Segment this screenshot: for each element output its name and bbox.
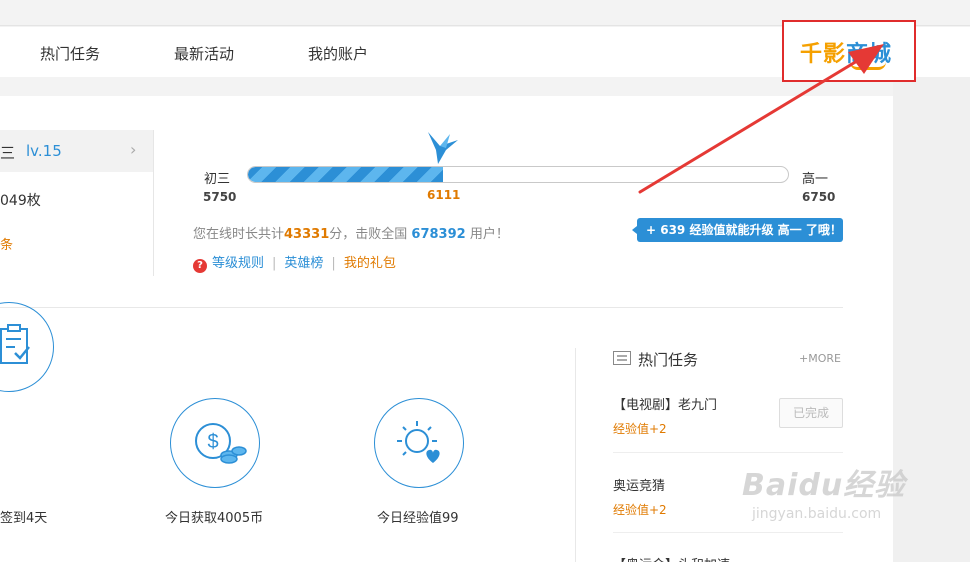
dollar-coins-icon: $ <box>195 423 247 464</box>
user-coins: 049枚 <box>0 193 41 209</box>
user-level: lv.15 <box>26 142 62 160</box>
user-name: 三 <box>0 144 16 162</box>
watermark-sub: jingyan.baidu.com <box>752 506 882 522</box>
online-prefix: 您在线时长共计 <box>193 227 285 242</box>
sun-heart-icon <box>397 421 440 463</box>
online-middle: 分，击败全国 <box>329 227 408 242</box>
hero-ranking-link[interactable]: 英雄榜 <box>284 256 323 271</box>
task-item-reward: 经验值+2 <box>613 503 667 517</box>
level-end-value: 6750 <box>802 190 836 204</box>
level-start-name: 初三 <box>204 172 231 187</box>
bird-marker-icon <box>428 132 458 164</box>
my-gifts-link[interactable]: 我的礼包 <box>344 256 396 271</box>
checkin-stat-circle <box>0 302 54 392</box>
nav-latest-activities[interactable]: 最新活动 <box>174 43 234 64</box>
nav-my-account[interactable]: 我的账户 <box>308 43 368 64</box>
link-separator: | <box>272 256 277 271</box>
clipboard-check-icon <box>0 324 30 364</box>
user-extra-link[interactable]: 条 <box>0 234 13 253</box>
checkin-stat-label: 签到4天 <box>0 511 48 526</box>
level-links: ? 等级规则 | 英雄榜 | 我的礼包 <box>193 252 396 273</box>
hot-tasks-title: 热门任务 <box>638 351 699 369</box>
coins-stat-label: 今日获取4005币 <box>165 511 264 526</box>
task-divider <box>613 452 843 453</box>
svg-text:$: $ <box>207 431 218 453</box>
level-current-value: 6111 <box>427 188 461 202</box>
task-item-reward: 经验值+2 <box>613 422 667 436</box>
link-separator: | <box>331 256 336 271</box>
level-progress-bar <box>247 166 789 183</box>
section-divider <box>0 307 843 308</box>
task-divider <box>613 532 843 533</box>
coins-stat-circle: $ <box>170 398 260 488</box>
level-rules-link[interactable]: 等级规则 <box>212 256 264 271</box>
level-start-value: 5750 <box>203 190 237 204</box>
task-item-name[interactable]: 奥运竞猜 <box>613 475 665 494</box>
logo-text-qianying: 千影 <box>800 42 847 67</box>
online-stats-text: 您在线时长共计43331分，击败全国 678392 用户！ <box>193 223 509 242</box>
baidu-watermark: Baidu经验 jingyan.baidu.com <box>742 460 905 522</box>
online-minutes: 43331 <box>284 227 330 242</box>
exp-stat-label: 今日经验值99 <box>377 511 459 526</box>
user-level-card[interactable]: 三 lv.15 › <box>0 130 153 172</box>
question-icon: ? <box>193 259 207 273</box>
task-item-name[interactable]: 【奥运会】头和加速 <box>613 554 730 562</box>
chevron-right-icon: › <box>130 140 137 159</box>
level-end-name: 高一 <box>802 172 829 187</box>
exp-stat-circle <box>374 398 464 488</box>
online-suffix: 用户！ <box>469 227 509 242</box>
vertical-divider <box>153 130 154 276</box>
watermark-main: Baidu经验 <box>742 468 906 503</box>
logo-smile-mark <box>850 62 886 70</box>
column-divider <box>575 348 576 562</box>
hot-tasks-more-link[interactable]: +MORE <box>799 352 841 365</box>
upgrade-tip-badge: + 639 经验值就能升级 高一 了哦！ <box>632 218 843 242</box>
level-progress-fill <box>248 167 443 182</box>
nav-hot-tasks[interactable]: 热门任务 <box>40 43 100 64</box>
mall-logo-highlight[interactable]: 千影商城 <box>782 20 916 82</box>
list-icon <box>613 351 631 365</box>
task-item-name[interactable]: 【电视剧】老九门 <box>613 394 717 413</box>
beaten-users-count: 678392 <box>411 227 466 242</box>
task-completed-button[interactable]: 已完成 <box>779 398 843 428</box>
